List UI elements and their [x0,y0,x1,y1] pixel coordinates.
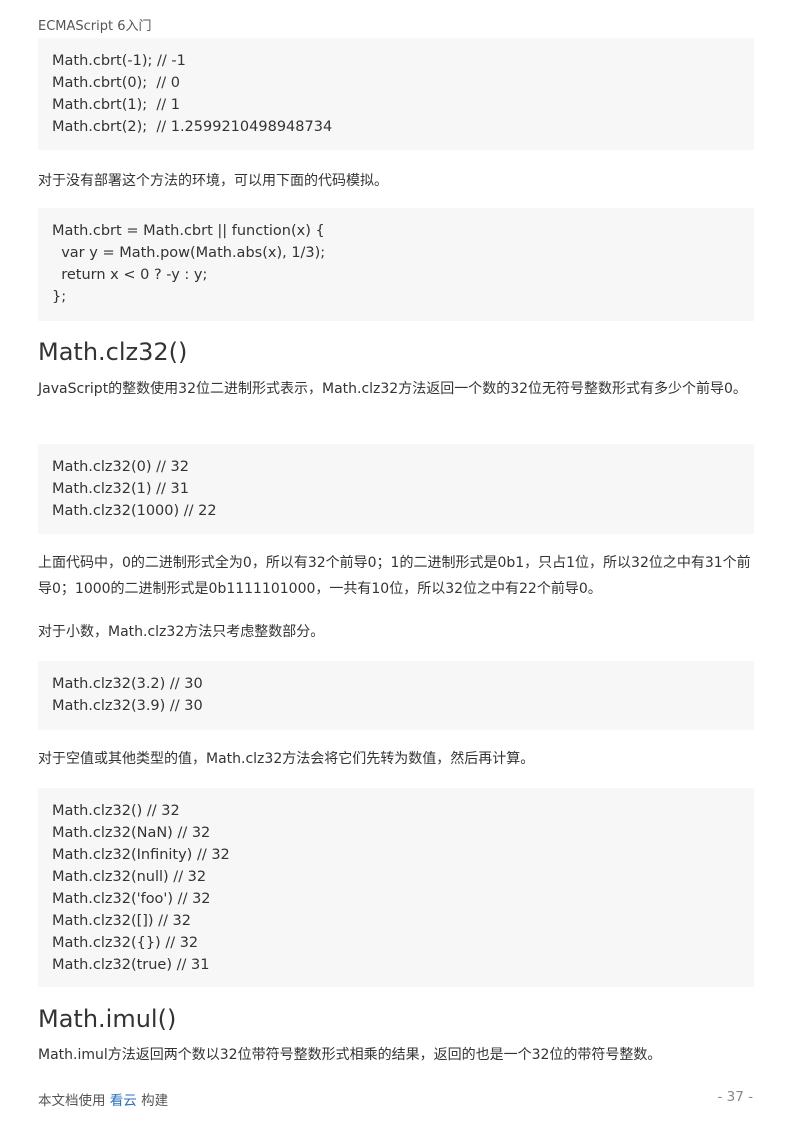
code-line: Math.cbrt(0); // 0 [52,75,180,91]
code-line: Math.cbrt = Math.cbrt || function(x) { [52,223,325,239]
footer-prefix: 本文档使用 [38,1093,106,1109]
paragraph: Math.imul方法返回两个数以32位带符号整数形式相乘的结果，返回的也是一个… [38,1047,662,1063]
code-line: Math.clz32(3.9) // 30 [52,698,203,714]
code-line: Math.clz32(NaN) // 32 [52,825,211,841]
footer-credit: 本文档使用 看云 构建 [38,1089,168,1109]
paragraph: 对于空值或其他类型的值，Math.clz32方法会将它们先转为数值，然后再计算。 [38,751,535,767]
code-line: Math.clz32({}) // 32 [52,935,199,951]
code-line: Math.clz32() // 32 [52,803,180,819]
code-line: Math.clz32(null) // 32 [52,869,207,885]
code-line: Math.clz32(0) // 32 [52,459,189,475]
paragraph: JavaScript的整数使用32位二进制形式表示，Math.clz32方法返回… [38,381,747,397]
paragraph: 对于小数，Math.clz32方法只考虑整数部分。 [38,624,325,640]
running-header: ECMAScript 6入门 [38,19,152,34]
paragraph: 上面代码中，0的二进制形式全为0，所以有32个前导0；1的二进制形式是0b1，只… [38,555,751,597]
code-line: Math.clz32(Infinity) // 32 [52,847,230,863]
code-line: Math.cbrt(1); // 1 [52,97,180,113]
paragraph: 对于没有部署这个方法的环境，可以用下面的代码模拟。 [38,173,388,189]
code-line: Math.clz32([]) // 32 [52,913,192,929]
code-line: var y = Math.pow(Math.abs(x), 1/3); [52,245,326,261]
code-block-cbrt-examples: Math.cbrt(-1); // -1 Math.cbrt(0); // 0 … [38,38,754,150]
code-block-cbrt-polyfill: Math.cbrt = Math.cbrt || function(x) { v… [38,208,754,321]
code-line: Math.clz32(3.2) // 30 [52,676,203,692]
code-line: return x < 0 ? -y : y; [52,267,208,283]
code-block-clz32-conversions: Math.clz32() // 32 Math.clz32(NaN) // 32… [38,788,754,987]
code-line: Math.cbrt(2); // 1.2599210498948734 [52,119,333,135]
code-block-clz32-examples: Math.clz32(0) // 32 Math.clz32(1) // 31 … [38,444,754,534]
footer-suffix: 构建 [141,1093,169,1109]
code-line: Math.clz32('foo') // 32 [52,891,211,907]
kancloud-link[interactable]: 看云 [110,1093,137,1109]
code-line: Math.clz32(1000) // 22 [52,503,217,519]
code-line: Math.cbrt(-1); // -1 [52,53,186,69]
section-heading-clz32: Math.clz32() [38,338,188,366]
code-block-clz32-decimals: Math.clz32(3.2) // 30 Math.clz32(3.9) //… [38,661,754,730]
code-line: Math.clz32(true) // 31 [52,957,210,973]
code-line: }; [52,289,67,305]
section-heading-imul: Math.imul() [38,1005,177,1033]
code-line: Math.clz32(1) // 31 [52,481,189,497]
page-number: - 37 - [717,1089,753,1105]
